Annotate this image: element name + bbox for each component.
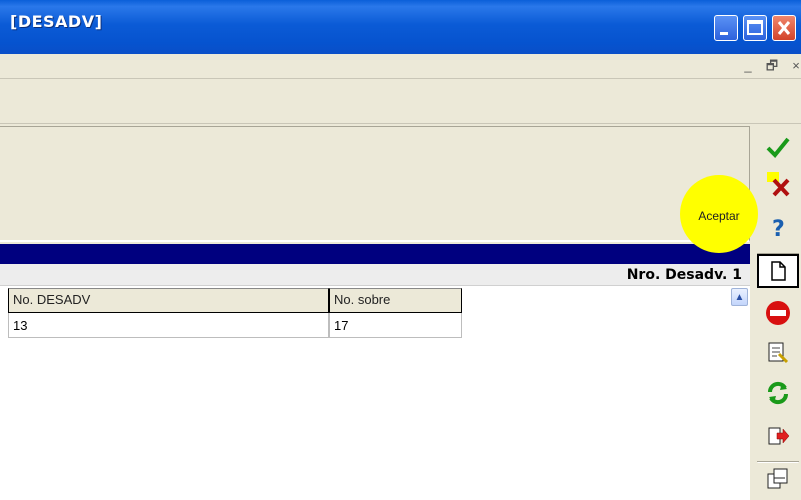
export-button[interactable] (757, 420, 799, 454)
mdi-restore-button[interactable]: 🗗 (762, 57, 782, 75)
edit-button[interactable] (757, 336, 799, 370)
section-band (0, 244, 750, 264)
close-button[interactable] (772, 15, 796, 41)
copy-icon (767, 468, 788, 489)
scroll-up-button[interactable]: ▲ (731, 288, 748, 306)
help-button[interactable]: ? (757, 210, 799, 244)
table-cell-desadv[interactable]: 13 (8, 313, 329, 338)
new-document-icon (771, 261, 786, 281)
accept-tooltip: Aceptar (698, 209, 740, 223)
minimize-button[interactable] (714, 15, 738, 41)
checkmark-icon (766, 137, 790, 158)
accept-button[interactable] (757, 130, 799, 164)
window-title: [DESADV] (10, 12, 103, 31)
title-bar (0, 0, 801, 54)
delete-button[interactable] (757, 296, 799, 330)
toolbar-strip (0, 80, 801, 124)
record-number-label: Nro. Desadv. 1 (626, 267, 742, 283)
mdi-control-bar (0, 54, 801, 79)
refresh-button[interactable] (757, 376, 799, 410)
column-header-sobre[interactable]: No. sobre (329, 288, 462, 313)
new-button[interactable] (757, 254, 799, 288)
refresh-icon (767, 381, 789, 405)
help-icon: ? (772, 217, 785, 240)
right-toolbar: ? (752, 126, 801, 500)
minimize-icon (720, 32, 728, 35)
export-icon (768, 427, 790, 445)
column-header-desadv[interactable]: No. DESADV (8, 288, 329, 313)
record-info-bar: Nro. Desadv. 1 (0, 264, 750, 286)
edit-document-icon (768, 342, 789, 364)
maximize-icon (747, 20, 763, 35)
maximize-button[interactable] (743, 15, 767, 41)
mdi-close-button[interactable]: × (786, 57, 801, 75)
svg-text:?: ? (772, 217, 785, 240)
cancel-button[interactable] (757, 166, 799, 200)
header-panel (0, 126, 750, 242)
close-icon (777, 21, 791, 35)
data-grid: No. DESADV No. sobre 13 17 ▲ (0, 286, 750, 500)
table-cell-sobre[interactable]: 17 (329, 313, 462, 338)
copy-button[interactable] (757, 462, 799, 496)
delete-icon (766, 301, 790, 325)
mdi-minimize-button[interactable]: _ (738, 57, 758, 75)
cancel-icon (767, 172, 790, 197)
